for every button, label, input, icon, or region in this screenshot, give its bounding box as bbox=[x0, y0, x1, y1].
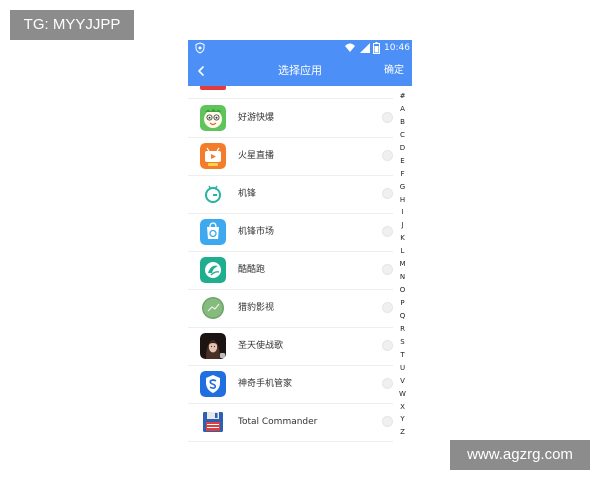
list-item[interactable]: 神奇手机管家 bbox=[188, 365, 393, 404]
select-radio[interactable] bbox=[382, 112, 393, 123]
list-item[interactable]: 机锋市场 bbox=[188, 213, 393, 252]
select-radio[interactable] bbox=[382, 150, 393, 161]
select-radio[interactable] bbox=[382, 416, 393, 427]
index-letter[interactable]: A bbox=[393, 103, 412, 116]
index-letter[interactable]: O bbox=[393, 284, 412, 297]
select-radio[interactable] bbox=[382, 188, 393, 199]
kukupao-icon bbox=[200, 257, 226, 283]
index-letter[interactable]: Q bbox=[393, 310, 412, 323]
watermark-top: TG: MYYJJPP bbox=[10, 10, 134, 40]
app-name: 圣天使战歌 bbox=[238, 341, 284, 351]
app-name: 火星直播 bbox=[238, 151, 275, 161]
app-name: 好游快爆 bbox=[238, 113, 275, 123]
index-letter[interactable]: B bbox=[393, 116, 412, 129]
signal-icon bbox=[360, 43, 370, 53]
huoxing-tv-icon bbox=[200, 143, 226, 169]
index-letter[interactable]: M bbox=[393, 258, 412, 271]
phone-screen: 10:46 选择应用 确定 好游快爆 火星直播 机锋 机锋市场 酷酷跑 猎豹影视… bbox=[188, 40, 412, 444]
battery-icon bbox=[373, 42, 380, 54]
shield-status-icon bbox=[195, 42, 205, 54]
list-item[interactable]: 猎豹影视 bbox=[188, 289, 393, 328]
index-letter[interactable]: C bbox=[393, 129, 412, 142]
jifeng-icon bbox=[200, 181, 226, 207]
app-name: 机锋市场 bbox=[238, 227, 275, 237]
haoyou-icon bbox=[200, 105, 226, 131]
index-letter[interactable]: U bbox=[393, 362, 412, 375]
app-bar: 选择应用 确定 bbox=[188, 56, 412, 86]
list-item[interactable]: Total Commander bbox=[188, 403, 393, 442]
index-letter[interactable]: J bbox=[393, 219, 412, 232]
index-letter[interactable]: W bbox=[393, 388, 412, 401]
app-name: Total Commander bbox=[238, 417, 318, 427]
status-bar: 10:46 bbox=[188, 40, 412, 56]
select-radio[interactable] bbox=[382, 302, 393, 313]
partial-app-icon bbox=[200, 86, 226, 90]
app-name: 酷酷跑 bbox=[238, 265, 266, 275]
list-item-partial bbox=[188, 86, 393, 99]
status-time: 10:46 bbox=[384, 43, 410, 53]
list-item[interactable]: 好游快爆 bbox=[188, 99, 393, 138]
select-radio[interactable] bbox=[382, 378, 393, 389]
index-letter[interactable]: S bbox=[393, 336, 412, 349]
index-letter[interactable]: # bbox=[393, 90, 412, 103]
watermark-bottom: www.agzrg.com bbox=[450, 440, 590, 470]
index-letter[interactable]: P bbox=[393, 297, 412, 310]
select-radio[interactable] bbox=[382, 264, 393, 275]
index-letter[interactable]: N bbox=[393, 271, 412, 284]
index-letter[interactable]: K bbox=[393, 232, 412, 245]
app-name: 猎豹影视 bbox=[238, 303, 275, 313]
app-list[interactable]: 好游快爆 火星直播 机锋 机锋市场 酷酷跑 猎豹影视 圣天使战歌 神奇手机管家 … bbox=[188, 86, 393, 444]
list-item[interactable]: 机锋 bbox=[188, 175, 393, 214]
index-letter[interactable]: V bbox=[393, 375, 412, 388]
index-letter[interactable]: G bbox=[393, 181, 412, 194]
list-item[interactable]: 酷酷跑 bbox=[188, 251, 393, 290]
confirm-button[interactable]: 确定 bbox=[384, 56, 404, 86]
list-item[interactable]: 圣天使战歌 bbox=[188, 327, 393, 366]
shield-manager-icon bbox=[200, 371, 226, 397]
select-radio[interactable] bbox=[382, 340, 393, 351]
index-letter[interactable]: L bbox=[393, 245, 412, 258]
index-letter[interactable]: H bbox=[393, 194, 412, 207]
app-name: 神奇手机管家 bbox=[238, 379, 293, 389]
alphabet-index[interactable]: # A B C D E F G H I J K L M N O P Q R S … bbox=[393, 90, 412, 440]
index-letter[interactable]: I bbox=[393, 206, 412, 219]
jifeng-market-icon bbox=[200, 219, 226, 245]
index-letter[interactable]: F bbox=[393, 168, 412, 181]
page-title: 选择应用 bbox=[278, 64, 322, 77]
index-letter[interactable]: E bbox=[393, 155, 412, 168]
index-letter[interactable]: D bbox=[393, 142, 412, 155]
floppy-disk-icon bbox=[200, 409, 226, 435]
index-letter[interactable]: R bbox=[393, 323, 412, 336]
index-letter[interactable]: Y bbox=[393, 413, 412, 426]
index-letter[interactable]: T bbox=[393, 349, 412, 362]
game-angel-icon bbox=[200, 333, 226, 359]
wifi-icon bbox=[345, 43, 355, 52]
liebao-icon bbox=[200, 295, 226, 321]
index-letter[interactable]: Z bbox=[393, 426, 412, 439]
list-item[interactable]: 火星直播 bbox=[188, 137, 393, 176]
select-radio[interactable] bbox=[382, 226, 393, 237]
app-name: 机锋 bbox=[238, 189, 257, 199]
index-letter[interactable]: X bbox=[393, 401, 412, 414]
